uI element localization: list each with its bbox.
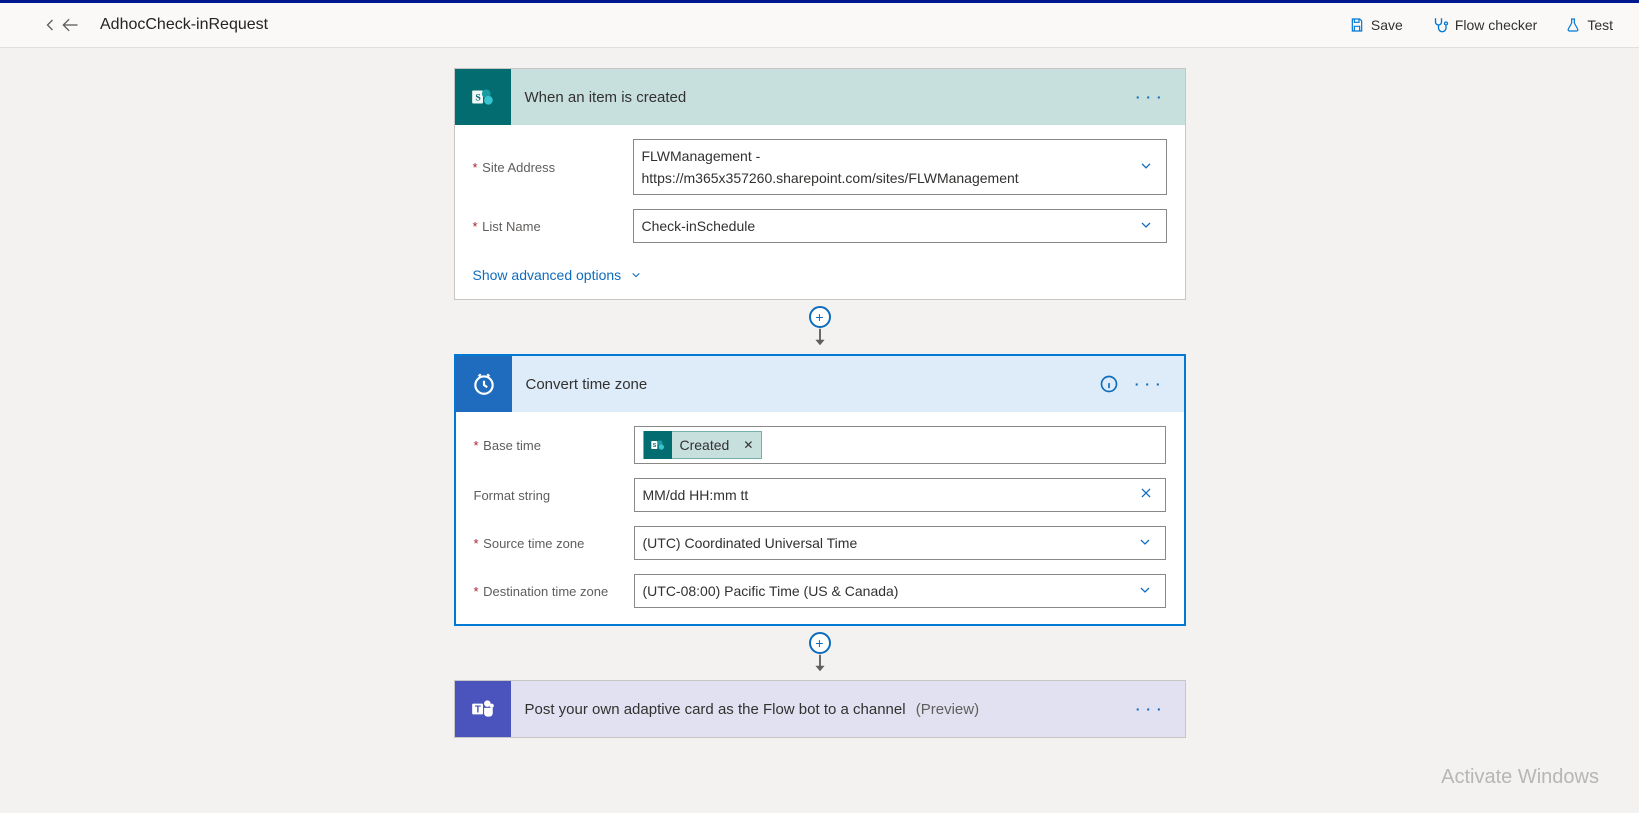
source-tz-field[interactable]: (UTC) Coordinated Universal Time [634,526,1166,560]
site-address-row: Site Address FLWManagement - https://m36… [473,139,1167,195]
back-button[interactable] [60,15,80,35]
topbar-left: AdhocCheck-inRequest [40,15,268,35]
arrow-down-icon [809,652,831,674]
convert-timezone-card[interactable]: Convert time zone · · · Base time S Crea… [454,354,1186,626]
connector-1: + [809,306,831,348]
base-time-field[interactable]: S Created ✕ [634,426,1166,464]
teams-title: Post your own adaptive card as the Flow … [511,701,1130,718]
format-row: Format string MM/dd HH:mm tt [474,478,1166,512]
clock-icon [456,356,512,412]
flow-checker-label: Flow checker [1455,17,1537,33]
arrow-down-icon [809,326,831,348]
site-address-field[interactable]: FLWManagement - https://m365x357260.shar… [633,139,1167,195]
site-address-value-line1: FLWManagement - [642,145,761,167]
list-name-field[interactable]: Check-inSchedule [633,209,1167,243]
designer-canvas: S When an item is created · · · Site Add… [0,48,1639,813]
test-label: Test [1587,17,1613,33]
flow-title[interactable]: AdhocCheck-inRequest [100,16,268,34]
stethoscope-icon [1431,16,1449,34]
trigger-body: Site Address FLWManagement - https://m36… [455,125,1185,299]
teams-header[interactable]: T Post your own adaptive card as the Flo… [455,681,1185,737]
chevron-down-icon[interactable] [1134,218,1158,234]
trigger-title: When an item is created [511,89,1130,106]
chevron-down-icon[interactable] [1133,535,1157,551]
add-step-button[interactable]: + [809,632,831,654]
format-label: Format string [474,488,634,503]
dest-tz-label: Destination time zone [474,584,634,599]
source-tz-row: Source time zone (UTC) Coordinated Unive… [474,526,1166,560]
chevron-down-icon[interactable] [1133,583,1157,599]
flask-icon [1565,17,1581,33]
dynamic-token-created[interactable]: S Created ✕ [643,431,763,459]
source-tz-value: (UTC) Coordinated Universal Time [643,535,1133,551]
source-tz-label: Source time zone [474,536,634,551]
teams-card[interactable]: T Post your own adaptive card as the Flo… [454,680,1186,738]
trigger-menu-icon[interactable]: · · · [1130,83,1169,111]
list-name-label: List Name [473,219,633,234]
add-step-button[interactable]: + [809,306,831,328]
show-advanced-link[interactable]: Show advanced options [473,267,644,283]
top-bar: AdhocCheck-inRequest Save Flow checker T… [0,0,1639,48]
windows-watermark: Activate Windows [1441,766,1599,789]
site-address-label: Site Address [473,160,633,175]
format-field[interactable]: MM/dd HH:mm tt [634,478,1166,512]
sharepoint-icon: S [455,69,511,125]
convert-title: Convert time zone [512,376,1099,393]
svg-text:S: S [475,92,481,103]
connector-2: + [809,632,831,674]
list-name-value: Check-inSchedule [642,218,1134,234]
dest-tz-row: Destination time zone (UTC-08:00) Pacifi… [474,574,1166,608]
clear-icon[interactable] [1135,486,1157,505]
save-icon [1349,17,1365,33]
base-time-label: Base time [474,438,634,453]
teams-menu-icon[interactable]: · · · [1130,695,1169,723]
convert-menu-icon[interactable]: · · · [1129,370,1168,398]
list-name-row: List Name Check-inSchedule [473,209,1167,243]
teams-icon: T [455,681,511,737]
trigger-card[interactable]: S When an item is created · · · Site Add… [454,68,1186,300]
info-icon[interactable] [1099,374,1119,394]
token-remove-icon[interactable]: ✕ [743,438,753,452]
chevron-down-icon [629,270,643,280]
svg-text:T: T [474,704,480,715]
save-label: Save [1371,17,1403,33]
test-button[interactable]: Test [1555,11,1623,39]
advanced-label: Show advanced options [473,267,622,283]
teams-title-text: Post your own adaptive card as the Flow … [525,701,906,718]
svg-text:S: S [652,443,656,449]
convert-header[interactable]: Convert time zone · · · [456,356,1184,412]
back-arrow-icon[interactable] [40,15,60,35]
sharepoint-icon: S [644,431,672,459]
save-button[interactable]: Save [1339,11,1413,39]
dest-tz-value: (UTC-08:00) Pacific Time (US & Canada) [643,583,1133,599]
trigger-header[interactable]: S When an item is created · · · [455,69,1185,125]
chevron-down-icon[interactable] [1134,156,1158,178]
topbar-right: Save Flow checker Test [1339,10,1623,40]
token-label: Created [680,437,730,453]
flow-checker-button[interactable]: Flow checker [1421,10,1547,40]
convert-body: Base time S Created ✕ Format string MM/d… [456,412,1184,624]
base-time-row: Base time S Created ✕ [474,426,1166,464]
preview-tag: (Preview) [916,701,979,718]
site-address-value-line2: https://m365x357260.sharepoint.com/sites… [642,167,1019,189]
dest-tz-field[interactable]: (UTC-08:00) Pacific Time (US & Canada) [634,574,1166,608]
format-value: MM/dd HH:mm tt [643,487,1135,503]
